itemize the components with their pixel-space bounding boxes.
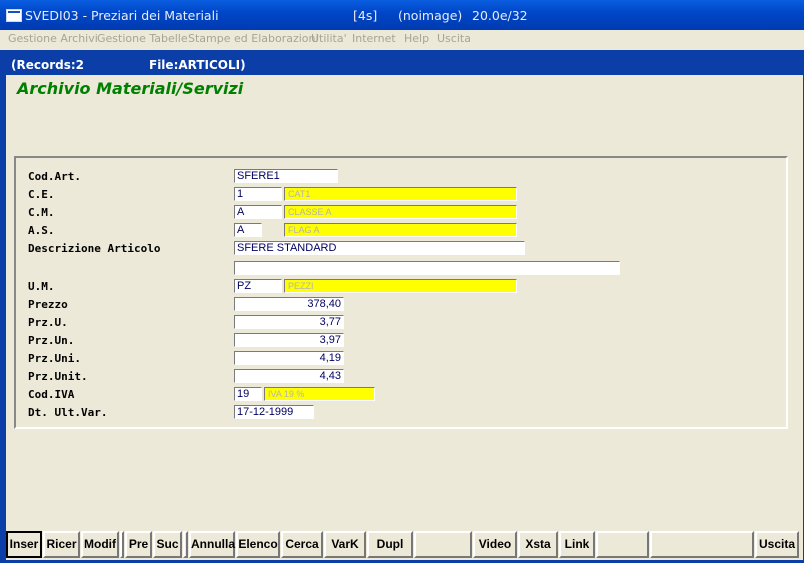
menu-help[interactable]: Help	[404, 32, 429, 45]
xsta-button[interactable]: Xsta	[518, 531, 558, 558]
as-field[interactable]: A	[234, 223, 262, 237]
label-cod-iva: Cod.IVA	[28, 388, 75, 401]
inser-button[interactable]: Inser	[6, 531, 42, 558]
label-dt-ult-var: Dt. Ult.Var.	[28, 406, 108, 419]
annulla-button[interactable]: Annulla	[189, 531, 235, 558]
cerca-button[interactable]: Cerca	[281, 531, 323, 558]
empty-button-2	[596, 531, 649, 558]
modif-button[interactable]: Modif	[81, 531, 119, 558]
records-count: (Records:2	[11, 58, 85, 72]
suc-button[interactable]: Suc	[153, 531, 182, 558]
ce-field[interactable]: 1	[234, 187, 282, 201]
window-title: SVEDI03 - Preziari dei Materiali	[25, 8, 219, 23]
label-prz-uni: Prz.Uni.	[28, 352, 81, 365]
label-ce: C.E.	[28, 188, 55, 201]
cm-field[interactable]: A	[234, 205, 282, 219]
dt-ult-var-field[interactable]: 17-12-1999	[234, 405, 314, 419]
label-cm: C.M.	[28, 206, 55, 219]
menu-gestione-tabelle[interactable]: Gestione Tabelle	[97, 32, 188, 45]
file-name: File:ARTICOLI)	[149, 58, 246, 72]
menu-bar: Gestione Archivi Gestione Tabelle Stampe…	[0, 30, 804, 50]
cod-iva-field[interactable]: 19	[234, 387, 262, 401]
dupl-button[interactable]: Dupl	[367, 531, 413, 558]
as-description: FLAG A	[284, 223, 517, 237]
prz-unit-field[interactable]: 4,43	[234, 369, 344, 383]
page-title: Archivio Materiali/Servizi	[17, 79, 244, 98]
menu-gestione-archivi[interactable]: Gestione Archivi	[8, 32, 98, 45]
um-description: PEZZI	[284, 279, 517, 293]
label-prz-u: Prz.U.	[28, 316, 68, 329]
label-cod-art: Cod.Art.	[28, 170, 81, 183]
cod-iva-description: IVA 19 %	[264, 387, 375, 401]
label-prz-unit: Prz.Unit.	[28, 370, 88, 383]
ce-description: CAT1	[284, 187, 517, 201]
image-tag: (noimage)	[398, 8, 463, 23]
title-bar: SVEDI03 - Preziari dei Materiali [4s] (n…	[0, 0, 804, 30]
prezzo-field[interactable]: 378,40	[234, 297, 344, 311]
label-as: A.S.	[28, 224, 55, 237]
prz-uni-field[interactable]: 4,19	[234, 351, 344, 365]
spacer-button-2	[183, 531, 188, 558]
ricer-button[interactable]: Ricer	[43, 531, 80, 558]
menu-internet[interactable]: Internet	[352, 32, 396, 45]
time-tag: [4s]	[353, 8, 378, 23]
record-status-bar: (Records:2 File:ARTICOLI)	[6, 55, 803, 75]
descrizione-field-2[interactable]	[234, 261, 620, 275]
empty-button-1	[414, 531, 472, 558]
menu-stampe-elaborazioni[interactable]: Stampe ed Elaborazioni	[188, 32, 319, 45]
label-prz-un: Prz.Un.	[28, 334, 75, 347]
label-descrizione: Descrizione Articolo	[28, 242, 161, 255]
descrizione-field[interactable]: SFERE STANDARD	[234, 241, 525, 255]
elenco-button[interactable]: Elenco	[236, 531, 280, 558]
um-field[interactable]: PZ	[234, 279, 282, 293]
version-label: 20.0e/32	[472, 8, 528, 23]
cod-art-field[interactable]: SFERE1	[234, 169, 338, 183]
prz-u-field[interactable]: 3,77	[234, 315, 344, 329]
command-button-bar: Inser Ricer Modif Pre Suc Annulla Elenco…	[6, 531, 803, 559]
uscita-button[interactable]: Uscita	[755, 531, 799, 558]
menu-utilita[interactable]: Utilita'	[311, 32, 347, 45]
prz-un-field[interactable]: 3,97	[234, 333, 344, 347]
video-button[interactable]: Video	[473, 531, 517, 558]
label-prezzo: Prezzo	[28, 298, 68, 311]
vark-button[interactable]: VarK	[324, 531, 366, 558]
app-window-icon	[6, 9, 22, 22]
label-um: U.M.	[28, 280, 55, 293]
spacer-button-1	[120, 531, 124, 558]
empty-button-3	[650, 531, 754, 558]
pre-button[interactable]: Pre	[125, 531, 152, 558]
cm-description: CLASSE A	[284, 205, 517, 219]
menu-uscita[interactable]: Uscita	[437, 32, 471, 45]
link-button[interactable]: Link	[559, 531, 595, 558]
